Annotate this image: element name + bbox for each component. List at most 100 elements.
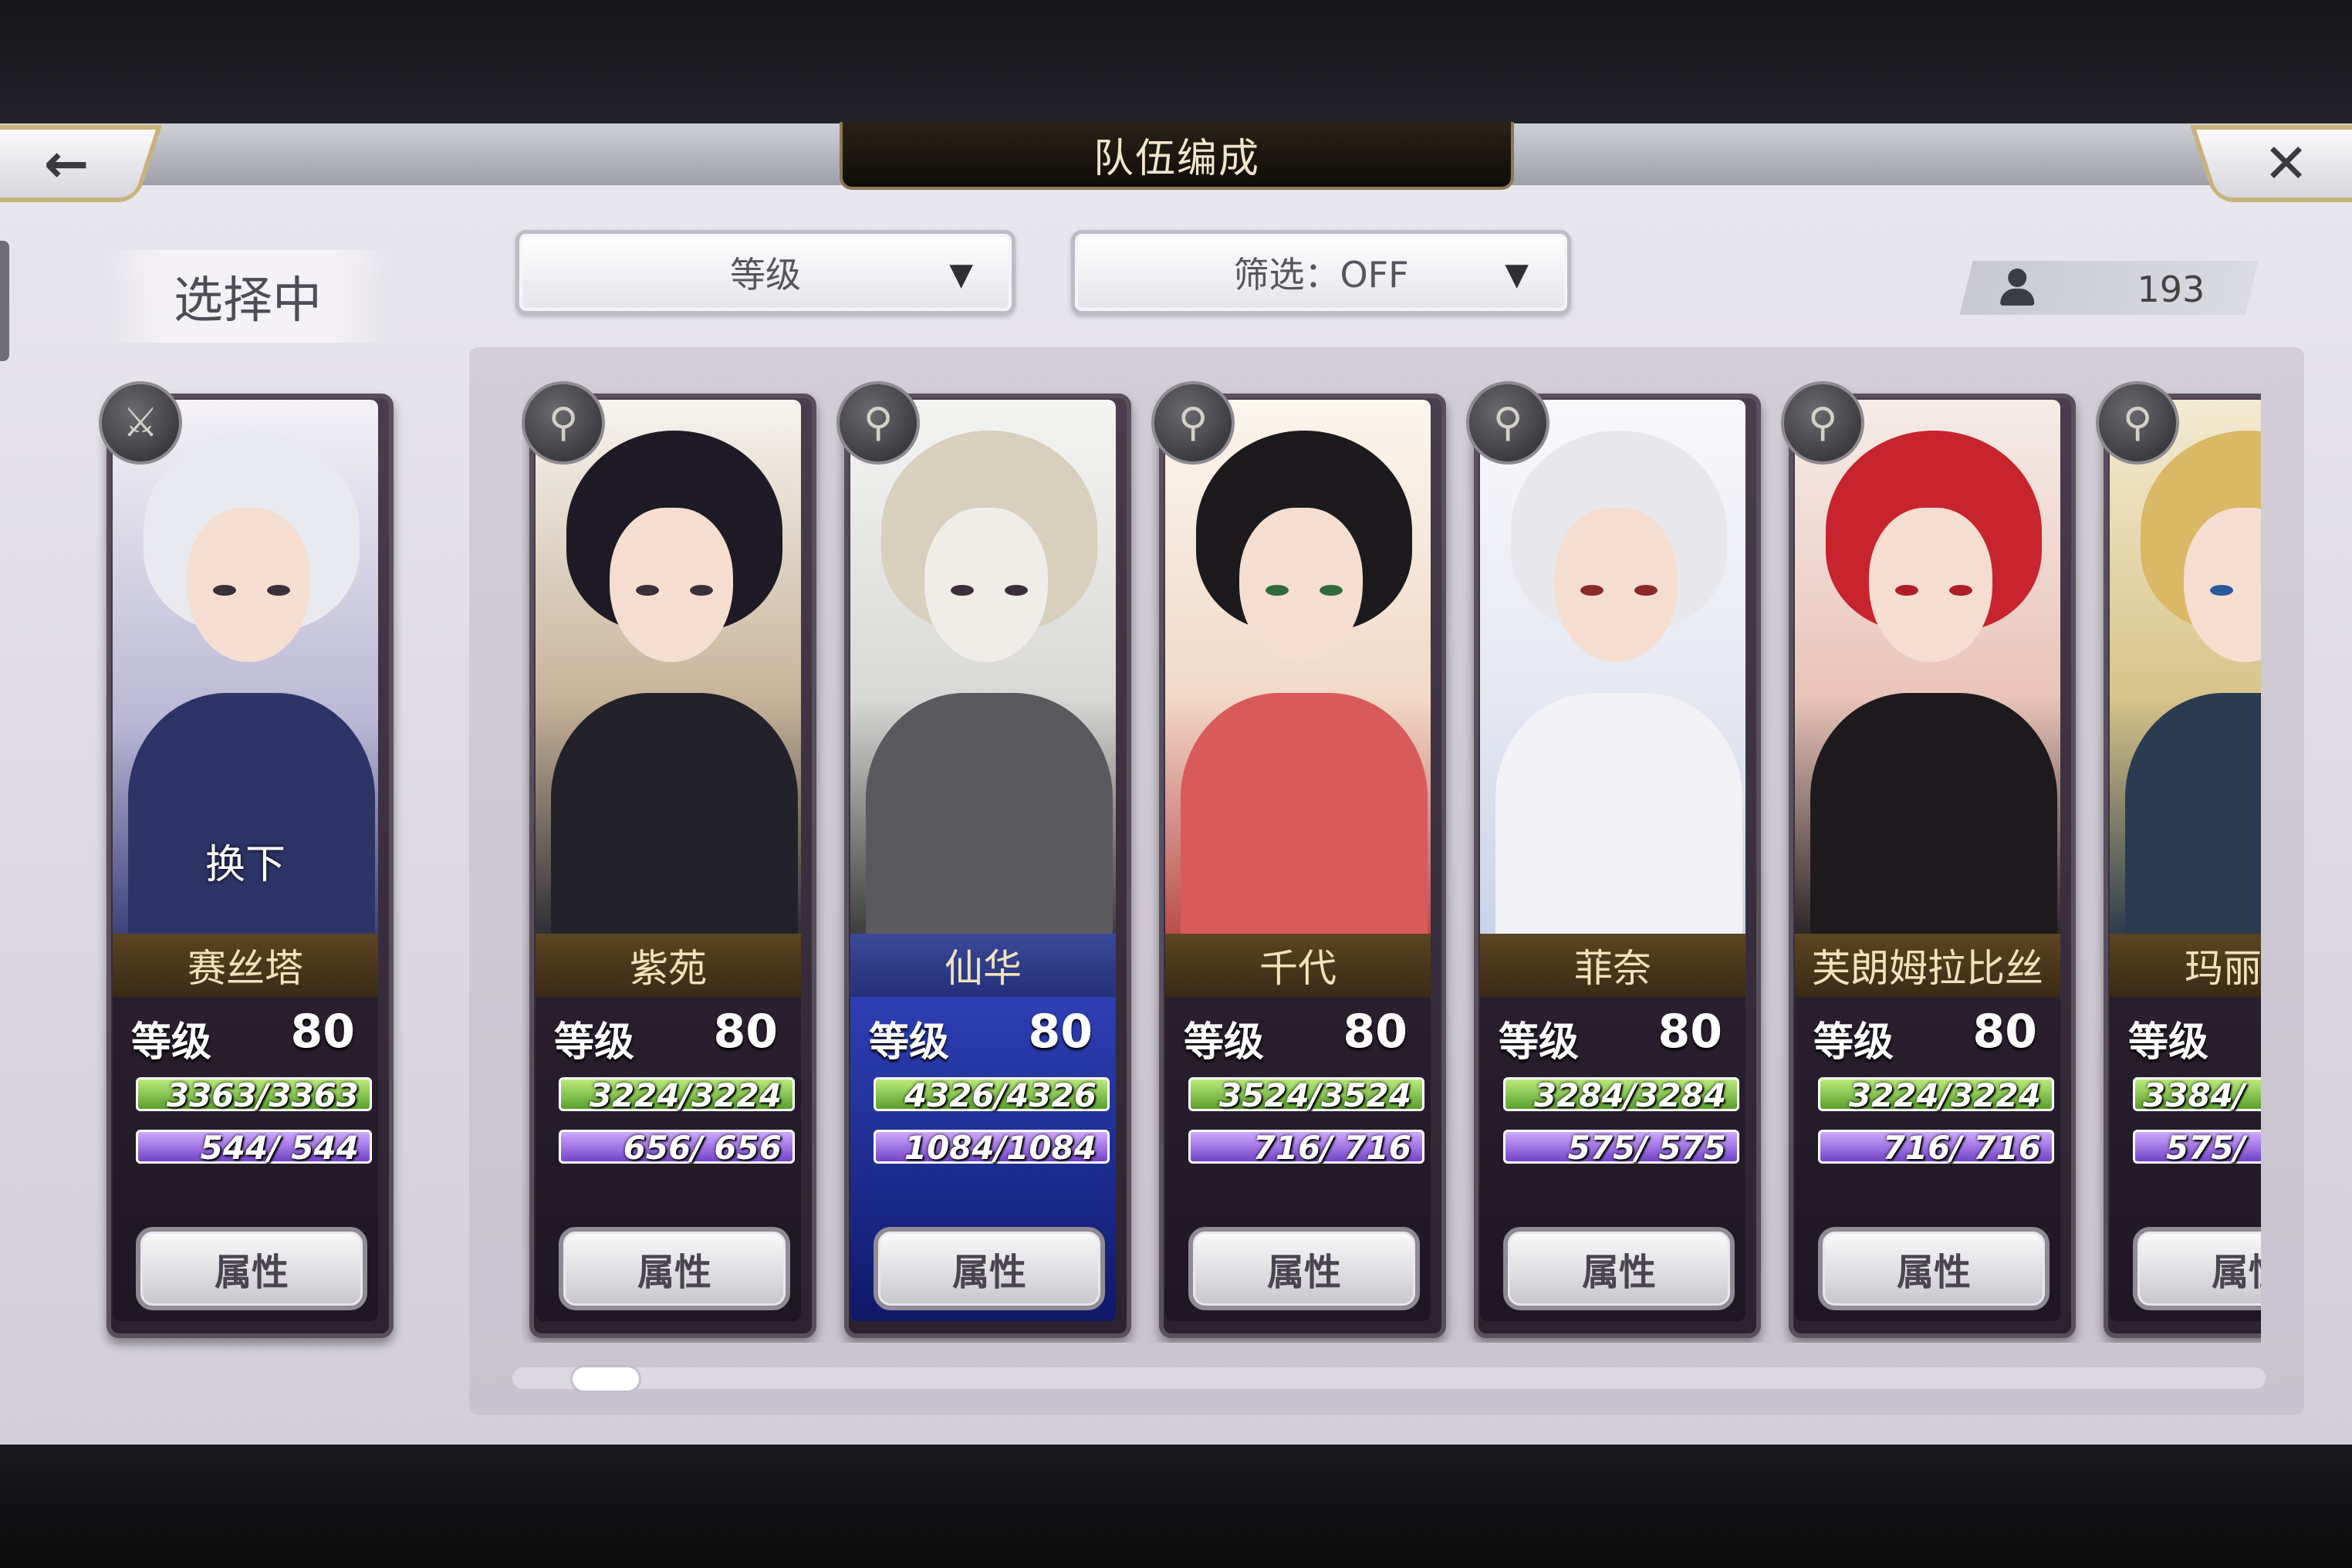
character-name: 仙华 xyxy=(850,934,1116,997)
back-button[interactable]: ← xyxy=(0,125,163,202)
attribute-button[interactable]: 属性 xyxy=(136,1227,367,1310)
roster-scroll-view[interactable]: ⚲ 紫苑 等级 80 3224/3224 656/ 656 属性 ⚲ 仙华 等级… xyxy=(522,370,2261,1343)
mp-value: 575/ 575 xyxy=(1567,1129,1726,1167)
character-card[interactable]: ⚲ 菲奈 等级 80 3284/3284 575/ 575 属性 xyxy=(1466,381,1761,1338)
close-button[interactable]: ✕ xyxy=(2190,125,2352,202)
character-card[interactable]: ⚲ 芙朗姆拉比丝 等级 80 3224/3224 716/ 716 属性 xyxy=(1781,381,2076,1338)
level-value: 80 xyxy=(1972,1005,2038,1059)
character-portrait: 换下 xyxy=(113,400,378,940)
mp-bar: 544/ 544 xyxy=(136,1129,372,1167)
character-card[interactable]: ⚲ 仙华 等级 80 4326/4326 1084/1084 属性 xyxy=(836,381,1131,1338)
staff-icon: ⚲ xyxy=(1151,381,1235,465)
horizontal-scrollbar[interactable] xyxy=(512,1367,2266,1389)
hp-bar: 3224/3224 xyxy=(1818,1076,2054,1114)
level-value: 80 xyxy=(1658,1005,1723,1059)
character-portrait xyxy=(1165,400,1431,940)
chevron-down-icon: ▼ xyxy=(949,257,973,292)
scrollbar-thumb[interactable] xyxy=(573,1367,639,1391)
attribute-button[interactable]: 属性 xyxy=(1503,1227,1735,1310)
level-label: 等级 xyxy=(1499,1019,1580,1066)
attribute-button[interactable]: 属性 xyxy=(559,1227,790,1310)
level-label: 等级 xyxy=(554,1019,635,1066)
character-card[interactable]: ⚲ 紫苑 等级 80 3224/3224 656/ 656 属性 xyxy=(522,381,816,1338)
character-stats: 等级 80 4326/4326 1084/1084 属性 xyxy=(850,997,1116,1321)
filter-dropdown-label: 筛选：OFF xyxy=(1233,254,1409,296)
level-row: 等级 80 xyxy=(1184,1005,1423,1066)
character-stats: 等级 3384/ 575/ 属性 xyxy=(2110,997,2261,1321)
mp-value: 544/ 544 xyxy=(200,1129,359,1167)
staff-icon: ⚲ xyxy=(1466,381,1549,465)
attribute-button[interactable]: 属性 xyxy=(2133,1227,2261,1310)
hp-bar: 3524/3524 xyxy=(1188,1076,1424,1114)
hp-bar: 3363/3363 xyxy=(136,1076,372,1114)
level-label: 等级 xyxy=(1184,1019,1265,1066)
mp-value: 575/ xyxy=(2166,1129,2246,1167)
level-row: 等级 80 xyxy=(1499,1005,1738,1066)
attribute-button[interactable]: 属性 xyxy=(874,1227,1105,1310)
level-row: 等级 80 xyxy=(131,1005,370,1066)
mp-bar: 716/ 716 xyxy=(1818,1129,2054,1167)
level-value: 80 xyxy=(1028,1005,1093,1059)
character-stats: 等级 80 3224/3224 716/ 716 属性 xyxy=(1795,997,2060,1321)
attribute-button[interactable]: 属性 xyxy=(1818,1227,2050,1310)
hp-value: 4326/4326 xyxy=(904,1076,1097,1114)
hp-bar: 3384/ xyxy=(2133,1076,2261,1114)
hp-value: 3524/3524 xyxy=(1218,1076,1411,1114)
character-card[interactable]: ⚲ 千代 等级 80 3524/3524 716/ 716 属性 xyxy=(1151,381,1446,1338)
character-name: 赛丝塔 xyxy=(113,934,378,997)
swap-out-label: 换下 xyxy=(204,842,286,888)
hp-bar: 3224/3224 xyxy=(559,1076,795,1114)
level-label: 等级 xyxy=(1813,1019,1894,1066)
attribute-button[interactable]: 属性 xyxy=(1188,1227,1420,1310)
character-name: 紫苑 xyxy=(536,934,801,997)
character-portrait xyxy=(1795,400,2060,940)
level-value: 80 xyxy=(290,1005,356,1059)
unit-count-box: 193 xyxy=(1959,261,2259,315)
staff-icon: ⚲ xyxy=(836,381,920,465)
level-label: 等级 xyxy=(2128,1019,2209,1066)
level-label: 等级 xyxy=(131,1019,212,1066)
mp-value: 1084/1084 xyxy=(904,1129,1097,1167)
character-name: 玛丽埃 xyxy=(2110,934,2261,997)
top-background xyxy=(0,0,2352,131)
selecting-label: 选择中 xyxy=(105,250,390,343)
hp-bar: 4326/4326 xyxy=(874,1076,1110,1114)
person-icon xyxy=(2000,269,2035,306)
character-stats: 等级 80 3363/3363 544/ 544 属性 xyxy=(113,997,378,1321)
bottom-background xyxy=(0,1445,2352,1568)
character-stats: 等级 80 3224/3224 656/ 656 属性 xyxy=(536,997,801,1321)
mp-bar: 1084/1084 xyxy=(874,1129,1110,1167)
hp-value: 3363/3363 xyxy=(166,1076,359,1114)
mp-bar: 656/ 656 xyxy=(559,1129,795,1167)
hp-value: 3224/3224 xyxy=(1848,1076,2041,1114)
level-value: 80 xyxy=(1343,1005,1408,1059)
character-card[interactable]: ⚲ 玛丽埃 等级 3384/ 575/ 属性 xyxy=(2096,381,2261,1338)
level-label: 等级 xyxy=(869,1019,950,1066)
character-portrait xyxy=(1480,400,1745,940)
left-edge-tab[interactable] xyxy=(0,241,9,361)
character-portrait xyxy=(850,400,1116,940)
sword-icon: ⚔ xyxy=(99,381,182,465)
character-stats: 等级 80 3524/3524 716/ 716 属性 xyxy=(1165,997,1431,1321)
sort-dropdown-label: 等级 xyxy=(730,254,801,296)
character-name: 千代 xyxy=(1165,934,1431,997)
chevron-down-icon: ▼ xyxy=(1505,257,1529,292)
character-portrait xyxy=(2110,400,2261,940)
character-name: 芙朗姆拉比丝 xyxy=(1795,934,2060,997)
hp-value: 3384/ xyxy=(2143,1076,2246,1114)
level-row: 等级 80 xyxy=(554,1005,793,1066)
character-stats: 等级 80 3284/3284 575/ 575 属性 xyxy=(1480,997,1745,1321)
mp-value: 716/ 716 xyxy=(1882,1129,2041,1167)
hp-value: 3224/3224 xyxy=(589,1076,782,1114)
level-row: 等级 80 xyxy=(869,1005,1108,1066)
back-arrow-icon: ← xyxy=(43,132,90,195)
sort-dropdown[interactable]: 等级 ▼ xyxy=(515,230,1015,315)
page-title: 队伍编成 xyxy=(840,122,1514,190)
mp-bar: 716/ 716 xyxy=(1188,1129,1424,1167)
level-row: 等级 xyxy=(2128,1005,2261,1066)
filter-dropdown[interactable]: 筛选：OFF ▼ xyxy=(1071,230,1571,315)
staff-icon: ⚲ xyxy=(2096,381,2179,465)
hp-value: 3284/3284 xyxy=(1533,1076,1726,1114)
selected-character-card[interactable]: 换下 ⚔ 赛丝塔 等级 80 3363/3363 544/ 544 属性 xyxy=(99,381,394,1338)
staff-icon: ⚲ xyxy=(522,381,605,465)
